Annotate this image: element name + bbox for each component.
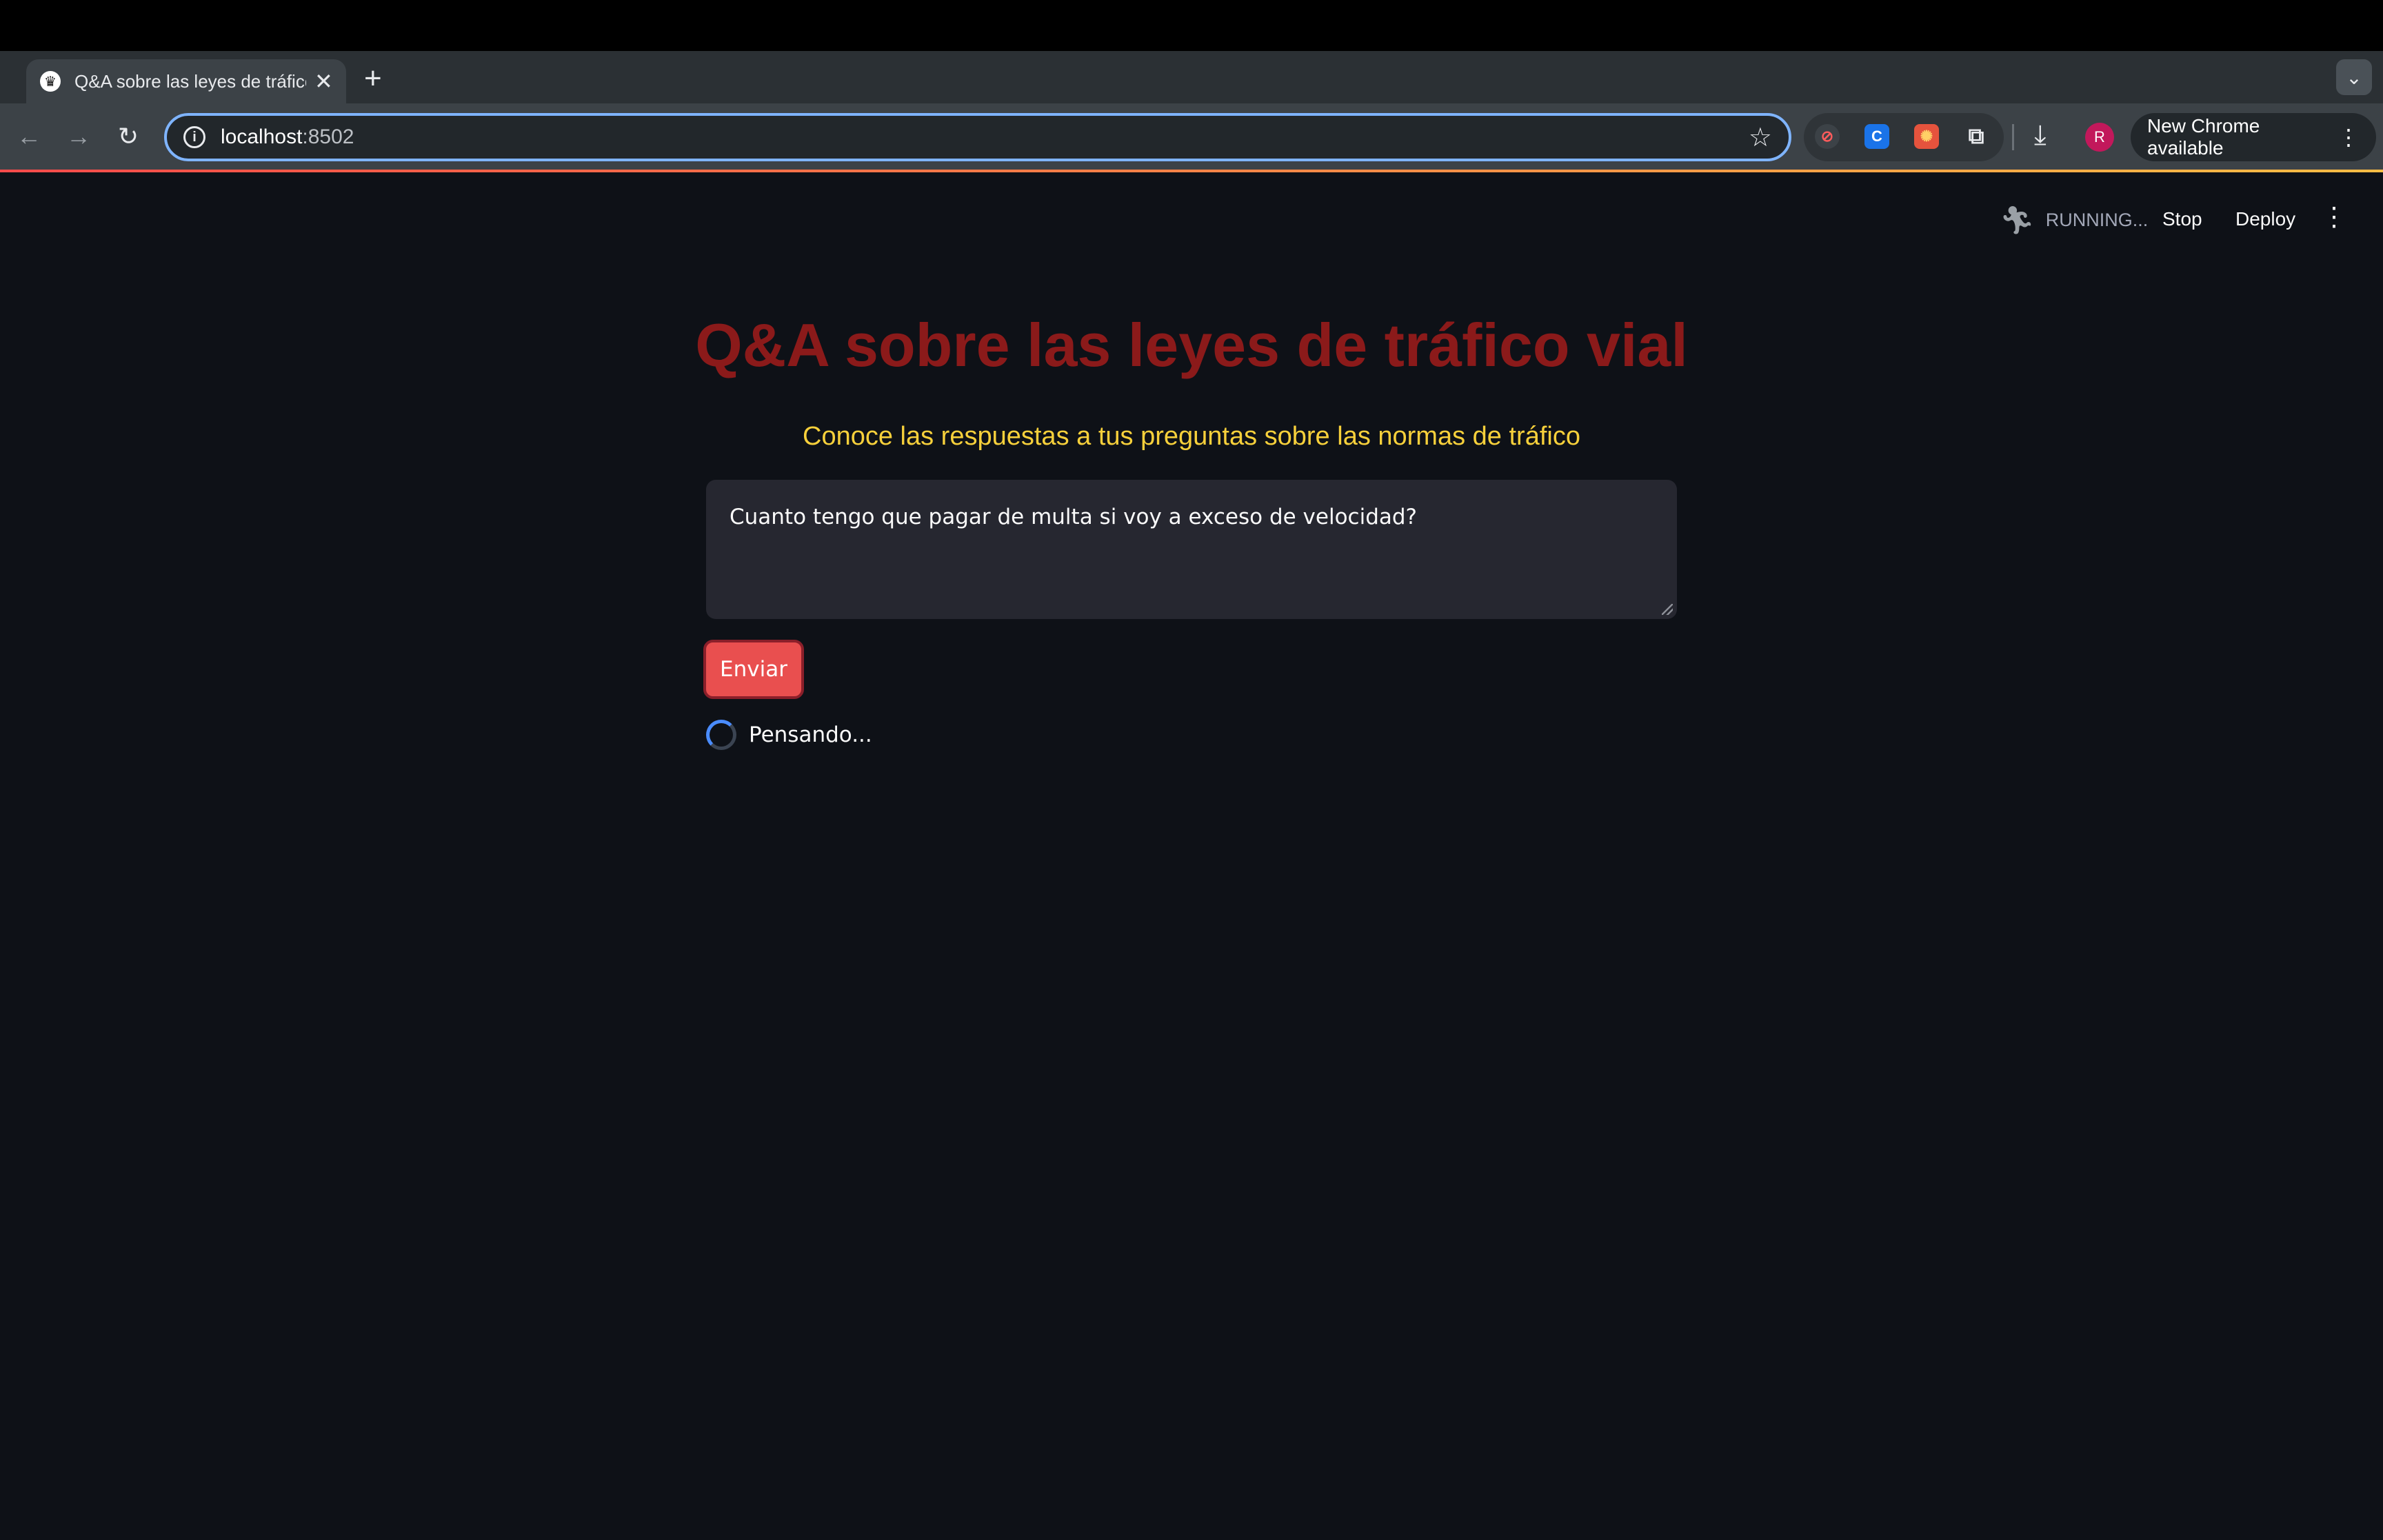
spinner-icon bbox=[706, 720, 736, 750]
running-status: 🏃︎ RUNNING... bbox=[2000, 204, 2148, 236]
main-menu-icon[interactable]: ⋮ bbox=[2321, 201, 2347, 232]
forward-arrow-icon[interactable]: → bbox=[59, 117, 98, 156]
bookmark-star-icon[interactable]: ☆ bbox=[1749, 122, 1772, 153]
puzzle-extensions-icon[interactable]: ⧉ bbox=[1964, 123, 1989, 149]
back-arrow-icon[interactable]: ← bbox=[10, 117, 48, 156]
new-tab-button[interactable]: + bbox=[364, 63, 382, 94]
reload-icon[interactable]: ↻ bbox=[109, 117, 148, 156]
app-header: 🏃︎ RUNNING... Stop Deploy ⋮ bbox=[0, 172, 2383, 262]
more-vertical-icon[interactable]: ⋮ bbox=[2337, 124, 2360, 150]
tab-search-chevron-icon[interactable]: ⌄ bbox=[2336, 59, 2372, 95]
download-icon[interactable]: ⤓ bbox=[2034, 120, 2047, 151]
page-subtitle: Conoce las respuestas a tus preguntas so… bbox=[803, 422, 1580, 451]
resize-handle-icon[interactable] bbox=[1662, 604, 1673, 615]
close-tab-icon[interactable]: ✕ bbox=[314, 70, 333, 92]
loading-indicator: Pensando... bbox=[706, 720, 872, 750]
browser-toolbar: ← → ↻ i localhost:8502 ☆ ⊘ C ✺ ⧉ ⤓ R New… bbox=[0, 103, 2383, 171]
page-title: Q&A sobre las leyes de tráfico vial bbox=[695, 311, 1688, 379]
toolbar-divider bbox=[2012, 124, 2014, 150]
deploy-button[interactable]: Deploy bbox=[2235, 208, 2295, 230]
extension-c-icon[interactable]: C bbox=[1864, 124, 1889, 149]
stop-button[interactable]: Stop bbox=[2162, 208, 2202, 230]
chrome-update-button[interactable]: New Chrome available ⋮ bbox=[2131, 113, 2376, 161]
colorful-extension-icon[interactable]: ✺ bbox=[1914, 124, 1939, 149]
tab-title: Q&A sobre las leyes de tráfico bbox=[74, 70, 306, 92]
streamlit-crown-icon: ♛ bbox=[40, 71, 61, 92]
update-label: New Chrome available bbox=[2147, 115, 2260, 159]
url-text[interactable]: localhost:8502 bbox=[221, 125, 354, 149]
question-textarea[interactable]: Cuanto tengo que pagar de multa si voy a… bbox=[706, 480, 1677, 619]
question-text: Cuanto tengo que pagar de multa si voy a… bbox=[730, 505, 1418, 529]
site-info-icon[interactable]: i bbox=[183, 126, 205, 148]
os-top-bar bbox=[0, 0, 2383, 51]
send-button[interactable]: Enviar bbox=[703, 640, 804, 699]
address-bar[interactable]: i localhost:8502 ☆ bbox=[164, 113, 1791, 161]
browser-tab[interactable]: ♛ Q&A sobre las leyes de tráfico ✕ bbox=[26, 59, 346, 103]
running-label: RUNNING... bbox=[2045, 210, 2149, 230]
profile-avatar[interactable]: R bbox=[2085, 123, 2114, 152]
spinner-label: Pensando... bbox=[749, 722, 872, 747]
running-man-icon: 🏃︎ bbox=[2000, 205, 2035, 236]
block-extension-icon[interactable]: ⊘ bbox=[1815, 124, 1840, 149]
tab-strip: ♛ Q&A sobre las leyes de tráfico ✕ + ⌄ bbox=[0, 51, 2383, 103]
